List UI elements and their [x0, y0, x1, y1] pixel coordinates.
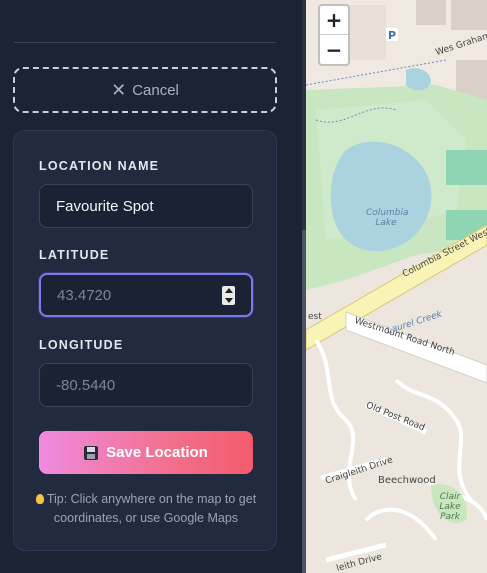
latitude-stepper[interactable]	[222, 286, 235, 305]
zoom-out-button[interactable]: −	[320, 35, 348, 64]
divider	[14, 42, 276, 43]
tip-text: Tip: Click anywhere on the map to get co…	[34, 490, 258, 528]
location-name-value: Favourite Spot	[56, 197, 154, 215]
location-name-input[interactable]: Favourite Spot	[39, 184, 253, 228]
location-sidebar: ✕ Cancel LOCATION NAME Favourite Spot LA…	[0, 0, 302, 573]
zoom-control: + −	[318, 4, 350, 66]
cancel-button[interactable]: ✕ Cancel	[13, 67, 277, 113]
location-form-card: LOCATION NAME Favourite Spot LATITUDE 43…	[13, 130, 277, 551]
map-label-est: est	[308, 312, 322, 322]
map-tiles	[306, 0, 487, 563]
save-location-button[interactable]: Save Location	[39, 431, 253, 474]
zoom-in-button[interactable]: +	[320, 6, 348, 35]
lightbulb-icon	[35, 494, 44, 504]
latitude-label: LATITUDE	[39, 248, 110, 262]
longitude-label: LONGITUDE	[39, 338, 124, 352]
location-name-label: LOCATION NAME	[39, 159, 160, 173]
map-view[interactable]: P Wes Graham Way Columbia Lake Columbia …	[306, 0, 487, 573]
map-label-beechwood: Beechwood	[378, 475, 436, 486]
longitude-input[interactable]: -80.5440	[39, 363, 253, 407]
floppy-disk-icon	[84, 445, 99, 460]
longitude-placeholder: -80.5440	[56, 376, 116, 394]
save-label: Save Location	[106, 444, 208, 461]
close-icon: ✕	[111, 80, 127, 100]
parking-icon: P	[388, 29, 397, 42]
map-label-clair-lake: Clair Lake Park	[439, 492, 461, 522]
latitude-input[interactable]: 43.4720	[39, 273, 253, 317]
chevron-up-icon[interactable]	[224, 288, 233, 293]
map-label-columbia-lake: Columbia Lake	[366, 208, 409, 228]
tip-label: Tip: Click anywhere on the map to get co…	[46, 492, 257, 525]
latitude-placeholder: 43.4720	[57, 286, 112, 304]
chevron-down-icon[interactable]	[224, 298, 233, 303]
cancel-label: Cancel	[132, 81, 179, 99]
